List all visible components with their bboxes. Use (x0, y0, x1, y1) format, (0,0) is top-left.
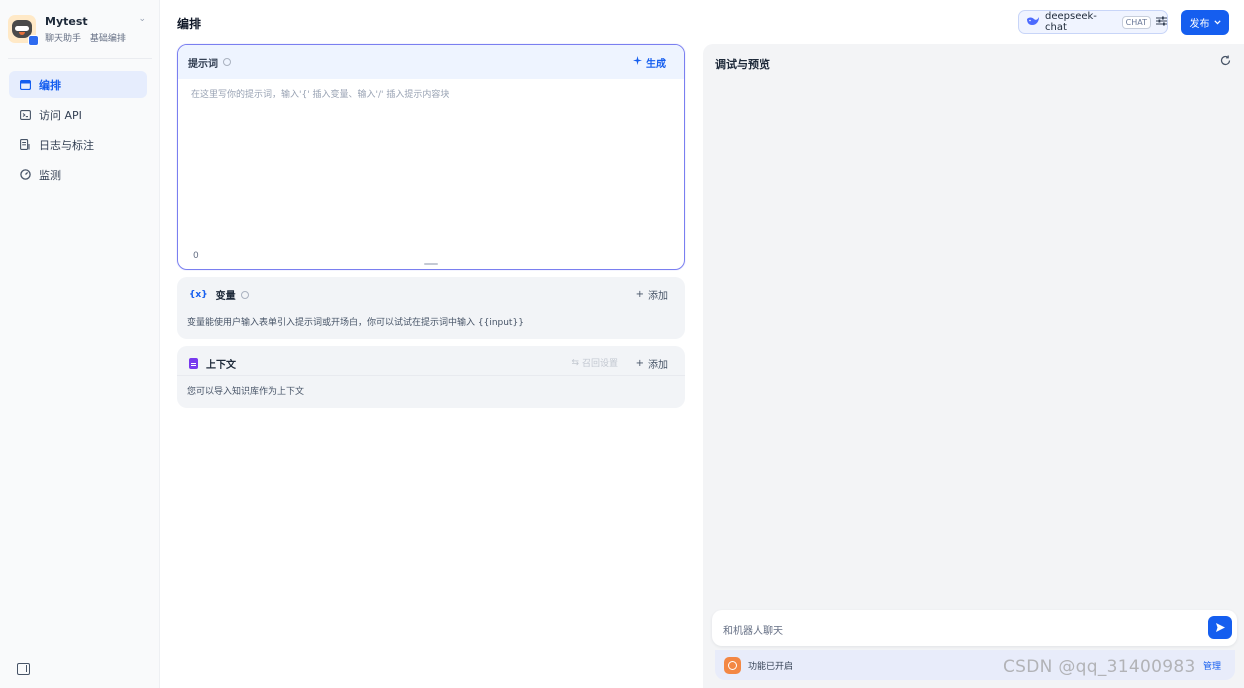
recall-settings-button[interactable]: ⇆ 召回设置 (571, 356, 618, 370)
sidebar-divider (8, 58, 152, 59)
publish-button[interactable]: 发布 (1181, 10, 1229, 35)
sidebar-item-api[interactable]: 访问 API (9, 101, 147, 128)
terminal-icon (19, 109, 31, 121)
chevron-down-icon (1213, 17, 1221, 28)
manage-link[interactable]: 管理 (1203, 659, 1221, 672)
help-icon[interactable] (240, 290, 249, 299)
gauge-icon (19, 169, 31, 181)
app-type-badge (28, 35, 39, 46)
chat-input[interactable]: 和机器人聊天 (712, 610, 1237, 646)
sidebar: Mytest 聊天助手 基础编排 ⌄ 编排 访问 API 日志与标注 监测 (0, 0, 160, 688)
feature-icon (724, 657, 741, 674)
sidebar-collapse-icon[interactable] (17, 663, 30, 675)
sidebar-item-label: 访问 API (39, 108, 82, 122)
page-title: 编排 (177, 17, 202, 31)
plus-icon: + (635, 289, 644, 300)
sliders-icon[interactable] (1156, 16, 1167, 29)
plus-icon: + (635, 358, 644, 369)
send-icon (1215, 623, 1225, 632)
recall-label: 召回设置 (581, 359, 618, 369)
sidebar-item-monitor[interactable]: 监测 (9, 161, 147, 188)
swap-icon: ⇆ (571, 357, 579, 368)
publish-label: 发布 (1189, 19, 1210, 30)
model-selector[interactable]: deepseek-chat CHAT (1018, 10, 1168, 34)
app-avatar (8, 15, 39, 46)
prompt-editor-card: 提示词 生成 在这里写你的提示词，输入'{' 插入变量、输入'/' 插入提示内容… (177, 44, 685, 270)
sidebar-item-label: 日志与标注 (39, 138, 94, 152)
model-mode-badge: CHAT (1121, 15, 1151, 29)
sidebar-item-logs[interactable]: 日志与标注 (9, 131, 147, 158)
generate-label: 生成 (646, 58, 666, 70)
variables-title: 变量 (215, 291, 236, 302)
sidebar-item-label: 编排 (39, 78, 61, 92)
layout-icon (19, 79, 31, 91)
app-switcher[interactable]: Mytest 聊天助手 基础编排 ⌄ (8, 10, 154, 48)
whale-icon (1026, 16, 1040, 29)
debug-title: 调试与预览 (715, 58, 770, 71)
sparkle-icon (633, 56, 642, 68)
app-type-tag: 聊天助手 (45, 33, 82, 44)
context-card: 上下文 ⇆ 召回设置 + 添加 您可以导入知识库作为上下文 (177, 346, 685, 408)
divider (177, 375, 685, 376)
app-name: Mytest (45, 14, 88, 28)
sidebar-item-label: 监测 (39, 168, 61, 182)
context-description: 您可以导入知识库作为上下文 (187, 387, 305, 397)
refresh-icon[interactable] (1220, 55, 1231, 69)
add-label: 添加 (648, 360, 668, 371)
prompt-label: 提示词 (188, 58, 218, 70)
send-button[interactable] (1208, 616, 1232, 639)
variables-description: 变量能使用户输入表单引入提示词或开场白，你可以试试在提示词中输入 {{input… (187, 318, 524, 328)
sidebar-item-orchestrate[interactable]: 编排 (9, 71, 147, 98)
generate-button[interactable]: 生成 (633, 55, 666, 70)
log-icon (19, 139, 31, 151)
sidebar-nav: 编排 访问 API 日志与标注 监测 (9, 71, 147, 191)
add-variable-button[interactable]: + 添加 (636, 287, 668, 302)
model-name: deepseek-chat (1045, 11, 1097, 33)
resize-handle[interactable] (424, 263, 438, 265)
prompt-input[interactable]: 在这里写你的提示词，输入'{' 插入变量、输入'/' 插入提示内容块 (191, 87, 449, 100)
help-icon[interactable] (223, 58, 231, 66)
add-context-button[interactable]: + 添加 (636, 356, 668, 371)
add-label: 添加 (648, 291, 668, 302)
variable-icon: {x} (189, 289, 208, 300)
feature-status: 功能已开启 (748, 662, 794, 672)
debug-preview-panel: 调试与预览 和机器人聊天 功能已开启 管理 (703, 44, 1244, 688)
watermark: CSDN @qq_31400983 (1003, 657, 1196, 677)
chevron-down-icon[interactable]: ⌄ (138, 14, 146, 24)
document-icon (189, 358, 198, 369)
chat-placeholder: 和机器人聊天 (723, 626, 783, 637)
context-title: 上下文 (206, 360, 236, 371)
char-count: 0 (193, 251, 199, 261)
variables-card: {x} 变量 + 添加 变量能使用户输入表单引入提示词或开场白，你可以试试在提示… (177, 277, 685, 339)
prompt-header: 提示词 生成 (178, 45, 684, 79)
app-mode-tag: 基础编排 (89, 33, 126, 44)
